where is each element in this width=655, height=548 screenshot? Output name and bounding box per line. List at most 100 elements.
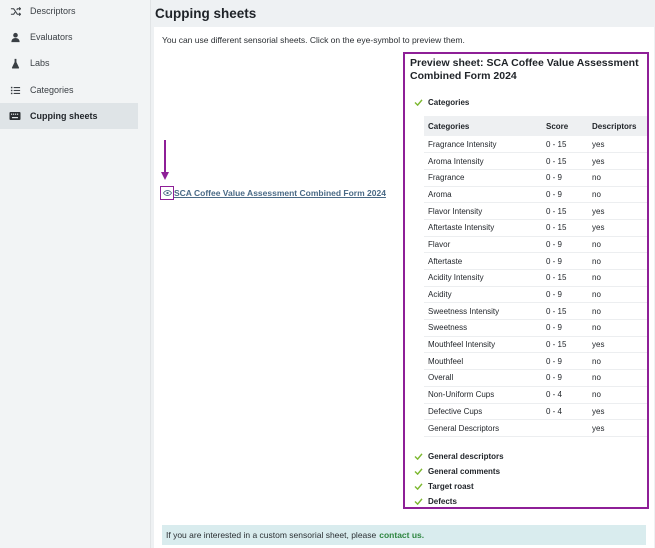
- cell-score: [542, 420, 588, 437]
- cell-descriptors: no: [592, 390, 601, 400]
- sidebar-item-label: Categories: [30, 85, 74, 95]
- table-row: Aroma 0 - 9 no: [424, 186, 647, 203]
- sidebar-item-categories[interactable]: Categories: [0, 77, 138, 103]
- cell-category: Aroma: [428, 189, 452, 199]
- content-panel: You can use different sensorial sheets. …: [154, 27, 654, 548]
- cell-category: Overall: [428, 373, 454, 383]
- feature-label: General descriptors: [428, 452, 504, 461]
- cell-score: 0 - 15: [546, 306, 567, 316]
- sidebar-item-labs[interactable]: Labs: [0, 50, 138, 76]
- descriptors-icon: [0, 6, 30, 17]
- cell-score: 0 - 4: [546, 390, 563, 400]
- annotation-arrow-head: [160, 172, 169, 180]
- table-row: Overall 0 - 9 no: [424, 370, 647, 387]
- cell-category: Aroma Intensity: [428, 156, 484, 166]
- annotation-arrow: [164, 140, 166, 174]
- cell-descriptors: yes: [592, 139, 605, 149]
- cell-score: 0 - 15: [546, 273, 567, 283]
- categories-section: Categories: [414, 98, 469, 107]
- cell-score: 0 - 9: [546, 373, 563, 383]
- categories-label: Categories: [428, 98, 470, 107]
- check-icon: [414, 498, 425, 505]
- table-row: Sweetness 0 - 9 no: [424, 320, 647, 337]
- footer-text: If you are interested in a custom sensor…: [166, 530, 377, 540]
- check-icon: [414, 483, 425, 490]
- cell-category: Flavor Intensity: [428, 206, 483, 216]
- main-content: Cupping sheets You can use different sen…: [150, 0, 655, 548]
- cell-descriptors: yes: [592, 223, 605, 233]
- list-icon: [0, 85, 30, 96]
- table-header-row: Categories Score Descriptors: [424, 116, 647, 136]
- cell-score: 0 - 9: [546, 189, 563, 199]
- table-row: Aftertaste Intensity 0 - 15 yes: [424, 219, 647, 237]
- cell-descriptors: no: [592, 373, 601, 383]
- preview-eye-button[interactable]: [160, 186, 174, 200]
- eye-icon: [162, 190, 172, 196]
- cell-score: 0 - 4: [546, 406, 563, 416]
- check-icon: [414, 453, 425, 460]
- sidebar-item-label: Cupping sheets: [30, 111, 98, 121]
- cell-descriptors: yes: [592, 423, 605, 433]
- cell-score: 0 - 9: [546, 323, 563, 333]
- sidebar-item-label: Descriptors: [30, 6, 76, 16]
- table-row: Acidity Intensity 0 - 15 no: [424, 270, 647, 287]
- cell-category: Flavor: [428, 239, 451, 249]
- table-row: Sweetness Intensity 0 - 15 no: [424, 303, 647, 320]
- keyboard-icon: [0, 111, 30, 121]
- table-row: Non-Uniform Cups 0 - 4 no: [424, 386, 647, 403]
- cell-category: Sweetness: [428, 323, 468, 333]
- cell-score: 0 - 9: [546, 290, 563, 300]
- cell-score: 0 - 9: [546, 356, 563, 366]
- feature-item: General descriptors: [414, 452, 504, 461]
- intro-text: You can use different sensorial sheets. …: [162, 35, 465, 45]
- cell-score: 0 - 15: [546, 223, 567, 233]
- cell-category: General Descriptors: [428, 423, 500, 433]
- cell-score: 0 - 15: [546, 156, 567, 166]
- sidebar: Descriptors Evaluators Labs Categories C…: [0, 0, 151, 548]
- table-row: Aftertaste 0 - 9 no: [424, 253, 647, 270]
- cell-descriptors: yes: [592, 340, 605, 350]
- cell-category: Mouthfeel: [428, 356, 464, 366]
- table-row: Mouthfeel 0 - 9 no: [424, 353, 647, 370]
- cell-descriptors: no: [592, 189, 601, 199]
- categories-table-body: Fragrance Intensity 0 - 15 yes Aroma Intens…: [424, 136, 647, 437]
- cell-score: 0 - 15: [546, 340, 567, 350]
- cell-category: Non-Uniform Cups: [428, 390, 495, 400]
- check-icon: [414, 99, 425, 106]
- cell-descriptors: no: [592, 239, 601, 249]
- cell-descriptors: no: [592, 256, 601, 266]
- preview-title: Preview sheet: SCA Coffee Value Assessme…: [410, 57, 639, 82]
- sidebar-item-cupping-sheets[interactable]: Cupping sheets: [0, 103, 138, 129]
- cell-category: Aftertaste Intensity: [428, 223, 495, 233]
- sidebar-item-label: Evaluators: [30, 32, 73, 42]
- feature-item: Target roast: [414, 482, 474, 491]
- sidebar-item-descriptors[interactable]: Descriptors: [0, 0, 138, 24]
- cupping-sheet-link[interactable]: SCA Coffee Value Assessment Combined For…: [174, 188, 386, 198]
- cell-descriptors: no: [592, 173, 601, 183]
- table-row: General Descriptors yes: [424, 420, 647, 437]
- table-row: Flavor Intensity 0 - 15 yes: [424, 203, 647, 220]
- table-row: Fragrance 0 - 9 no: [424, 169, 647, 187]
- contact-us-link[interactable]: contact us.: [379, 530, 424, 540]
- categories-table: Categories Score Descriptors Fragrance I…: [424, 116, 647, 437]
- cell-descriptors: no: [592, 356, 601, 366]
- cell-category: Fragrance: [428, 173, 465, 183]
- preview-sheet-box: Preview sheet: SCA Coffee Value Assessme…: [403, 52, 649, 509]
- cell-descriptors: no: [592, 306, 601, 316]
- sidebar-item-evaluators[interactable]: Evaluators: [0, 24, 138, 50]
- column-header-descriptors: Descriptors: [592, 121, 637, 131]
- feature-item: General comments: [414, 467, 500, 476]
- table-row: Flavor 0 - 9 no: [424, 236, 647, 253]
- page-title: Cupping sheets: [155, 6, 257, 21]
- cell-score: 0 - 15: [546, 139, 567, 149]
- feature-label: Target roast: [428, 482, 474, 491]
- cell-score: 0 - 9: [546, 173, 563, 183]
- cell-descriptors: no: [592, 273, 601, 283]
- check-icon: [414, 468, 425, 475]
- feature-item: Defects: [414, 497, 457, 506]
- contact-banner: If you are interested in a custom sensor…: [162, 525, 646, 545]
- lab-flask-icon: [0, 58, 30, 69]
- cell-category: Aftertaste: [428, 256, 463, 266]
- table-row: Fragrance Intensity 0 - 15 yes: [424, 136, 647, 153]
- cell-category: Acidity: [428, 290, 452, 300]
